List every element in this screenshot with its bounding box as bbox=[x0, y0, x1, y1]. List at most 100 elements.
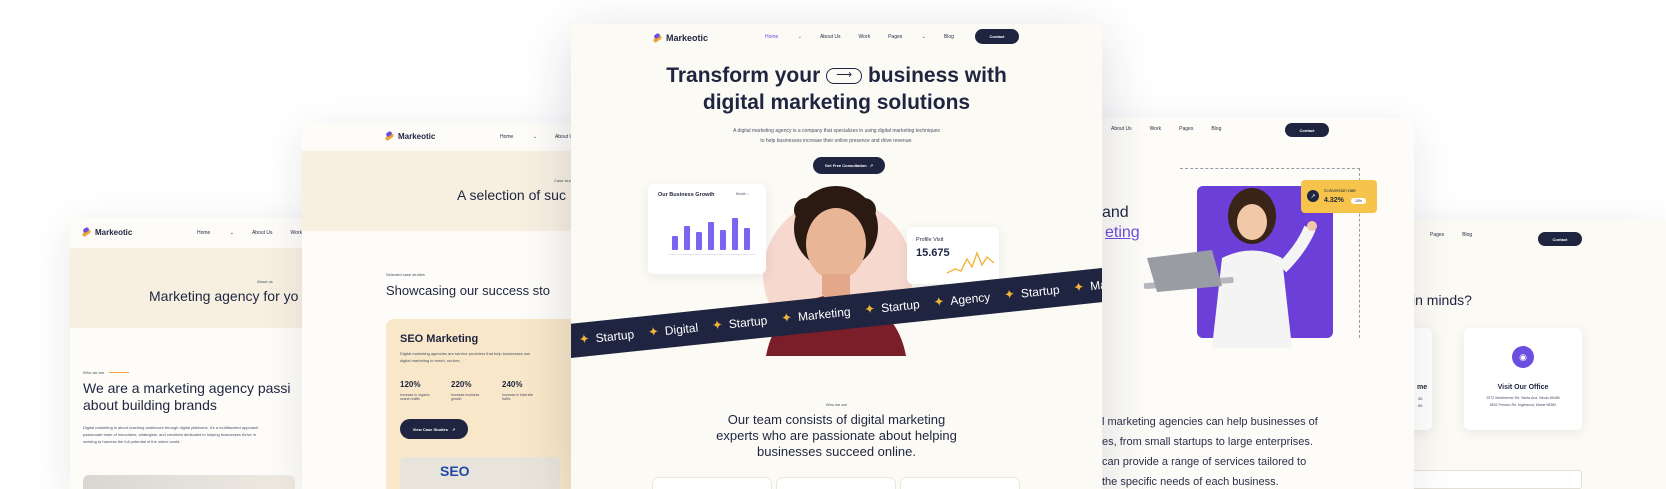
showcase-stage: Pages Blog Contact in minds? me 36 85 ◉ … bbox=[0, 0, 1666, 489]
seo-card-desc-2: digital marketing to reach, nurture, bbox=[400, 358, 461, 363]
services-para-2: es, from small startups to large enterpr… bbox=[1102, 436, 1313, 448]
growth-x-axis bbox=[668, 254, 756, 255]
business-growth-card: Our Business Growth Month ⌄ bbox=[648, 184, 766, 274]
case-studies-page-preview: Markeotic Home ⌄ About Us Case studies A… bbox=[302, 123, 602, 489]
nav-pages[interactable]: Pages bbox=[1179, 126, 1193, 132]
arrow-pill-icon: ⟶ bbox=[826, 68, 863, 85]
about-eyebrow: About us bbox=[257, 279, 273, 284]
stat-1: 120% Increase in organic search traffic bbox=[400, 380, 430, 401]
case-heading: Showcasing our success sto bbox=[386, 283, 551, 298]
feature-card-3 bbox=[901, 478, 1019, 489]
about-logo[interactable]: Markeotic bbox=[82, 228, 132, 237]
ribbon-item: ✦ Marketi bbox=[1072, 275, 1102, 296]
conversion-icon: ↗ bbox=[1307, 190, 1319, 202]
logo-icon bbox=[82, 228, 91, 237]
free-consultation-button[interactable]: Get Free Consultation ↗ bbox=[813, 157, 885, 174]
team-eyebrow: Who we are bbox=[825, 402, 848, 407]
nav-home[interactable]: Home ⌄ bbox=[197, 230, 234, 236]
ribbon-item: ✦ Agency bbox=[932, 289, 991, 310]
team-line-1: Our team consists of digital marketing bbox=[727, 412, 946, 427]
growth-chart bbox=[670, 210, 754, 250]
contact-nav: Pages Blog bbox=[1430, 232, 1490, 238]
nav-home[interactable]: Home ⌄ bbox=[765, 34, 802, 40]
ribbon-item: ✦ Digital bbox=[647, 320, 699, 340]
nav-about[interactable]: About Us bbox=[1111, 126, 1132, 132]
case-logo[interactable]: Markeotic bbox=[385, 132, 435, 141]
star-icon: ✦ bbox=[780, 309, 793, 326]
services-nav: About Us Work Pages Blog bbox=[1111, 126, 1239, 132]
form-input-partial[interactable] bbox=[1412, 470, 1582, 489]
about-body-1: Digital marketing is about reaching audi… bbox=[83, 425, 259, 430]
ribbon-item: ✦ Startup bbox=[863, 297, 921, 318]
nav-work[interactable]: Work bbox=[1150, 126, 1162, 132]
feature-card-2 bbox=[777, 478, 895, 489]
about-team-image bbox=[83, 475, 295, 489]
team-line-2: experts who are passionate about helping bbox=[716, 428, 957, 443]
profile-visit-card: Profile Visit 15.675 bbox=[907, 227, 999, 284]
seo-card-desc-1: Digital marketing agencies are service p… bbox=[400, 351, 531, 356]
about-body-2: passionate team of innovators, strategis… bbox=[83, 432, 256, 437]
conversion-card: ↗ Conversion rate 4.32% 15% bbox=[1301, 180, 1377, 213]
visit-office-line1: 2972 Westheimer Rd. Santa Ana, Illinois … bbox=[1486, 396, 1560, 400]
star-icon: ✦ bbox=[932, 293, 946, 310]
services-heading-a: and bbox=[1102, 204, 1129, 221]
visit-office-line2: 8502 Preston Rd. Inglewood, Maine 98380 bbox=[1489, 403, 1557, 407]
about-heading-2: about building brands bbox=[83, 397, 217, 413]
conversion-value: 4.32% bbox=[1324, 197, 1344, 204]
growth-card-title: Our Business Growth bbox=[658, 192, 715, 198]
hero-desc-1: A digital marketing agency is a company … bbox=[733, 128, 940, 134]
contact-button[interactable]: Contact bbox=[1285, 123, 1329, 137]
nav-blog[interactable]: Blog bbox=[1211, 126, 1221, 132]
nav-pages[interactable]: Pages ⌄ bbox=[888, 34, 926, 40]
growth-bar bbox=[744, 228, 750, 250]
visit-office-title: Visit Our Office bbox=[1497, 384, 1549, 391]
seo-card-title: SEO Marketing bbox=[400, 333, 479, 345]
home-logo[interactable]: Markeotic bbox=[653, 33, 708, 43]
nav-about[interactable]: About Us bbox=[252, 230, 273, 236]
stat-3: 240% Increase in total site traffic bbox=[502, 380, 534, 401]
case-title: A selection of suc bbox=[457, 187, 566, 203]
office-partial-line1: 36 bbox=[1418, 396, 1423, 401]
feature-card-1 bbox=[653, 478, 771, 489]
home-nav: Home ⌄ About Us Work Pages ⌄ Blog bbox=[765, 34, 972, 40]
star-icon: ✦ bbox=[1072, 279, 1085, 296]
selected-case-studies-label: Selected case studies bbox=[386, 272, 425, 277]
about-heading-1: We are a marketing agency passi bbox=[83, 380, 291, 396]
nav-home[interactable]: Home ⌄ bbox=[500, 134, 537, 140]
hero-desc-2: to help businesses increase their online… bbox=[760, 138, 913, 144]
nav-work[interactable]: Work bbox=[859, 34, 871, 40]
contact-button[interactable]: Contact bbox=[975, 29, 1019, 44]
star-icon: ✦ bbox=[1003, 286, 1016, 303]
growth-bar bbox=[684, 226, 690, 250]
profile-visit-title: Profile Visit bbox=[916, 237, 944, 243]
view-case-studies-button[interactable]: View Case Studies ↗ bbox=[400, 419, 468, 439]
hero-title-line2: digital marketing solutions bbox=[702, 91, 971, 114]
seo-badge: SEO bbox=[440, 463, 470, 479]
star-icon: ✦ bbox=[578, 330, 591, 348]
nav-about[interactable]: About Us bbox=[820, 34, 841, 40]
profile-visit-sparkline bbox=[947, 251, 995, 274]
nav-blog[interactable]: Blog bbox=[1462, 232, 1472, 238]
logo-icon bbox=[385, 132, 394, 141]
nav-blog[interactable]: Blog bbox=[944, 34, 954, 40]
growth-bar bbox=[708, 222, 714, 250]
office-partial-title: me bbox=[1417, 384, 1428, 391]
growth-bar bbox=[672, 236, 678, 250]
contact-question: in minds? bbox=[1412, 292, 1472, 308]
nav-pages[interactable]: Pages bbox=[1430, 232, 1444, 238]
home-page-preview: Markeotic Home ⌄ About Us Work Pages ⌄ B… bbox=[571, 24, 1102, 489]
growth-bar bbox=[732, 218, 738, 250]
logo-icon bbox=[653, 34, 662, 43]
location-icon: ◉ bbox=[1512, 346, 1534, 368]
ribbon-item: ✦ Startup bbox=[1003, 282, 1061, 303]
about-title: Marketing agency for yo bbox=[149, 288, 299, 304]
nav-work[interactable]: Work bbox=[291, 230, 303, 236]
star-icon: ✦ bbox=[863, 300, 876, 318]
seo-image: SEO bbox=[400, 457, 560, 489]
about-body-3: seeking to harness the full potential of… bbox=[83, 439, 181, 444]
growth-card-select[interactable]: Month ⌄ bbox=[736, 192, 750, 196]
contact-button[interactable]: Contact bbox=[1538, 232, 1582, 246]
ribbon-item: ✦ Marketing bbox=[780, 304, 852, 326]
stat-2: 220% Increase business growth bbox=[451, 380, 480, 401]
ribbon-item: ✦ Startup bbox=[711, 313, 769, 334]
